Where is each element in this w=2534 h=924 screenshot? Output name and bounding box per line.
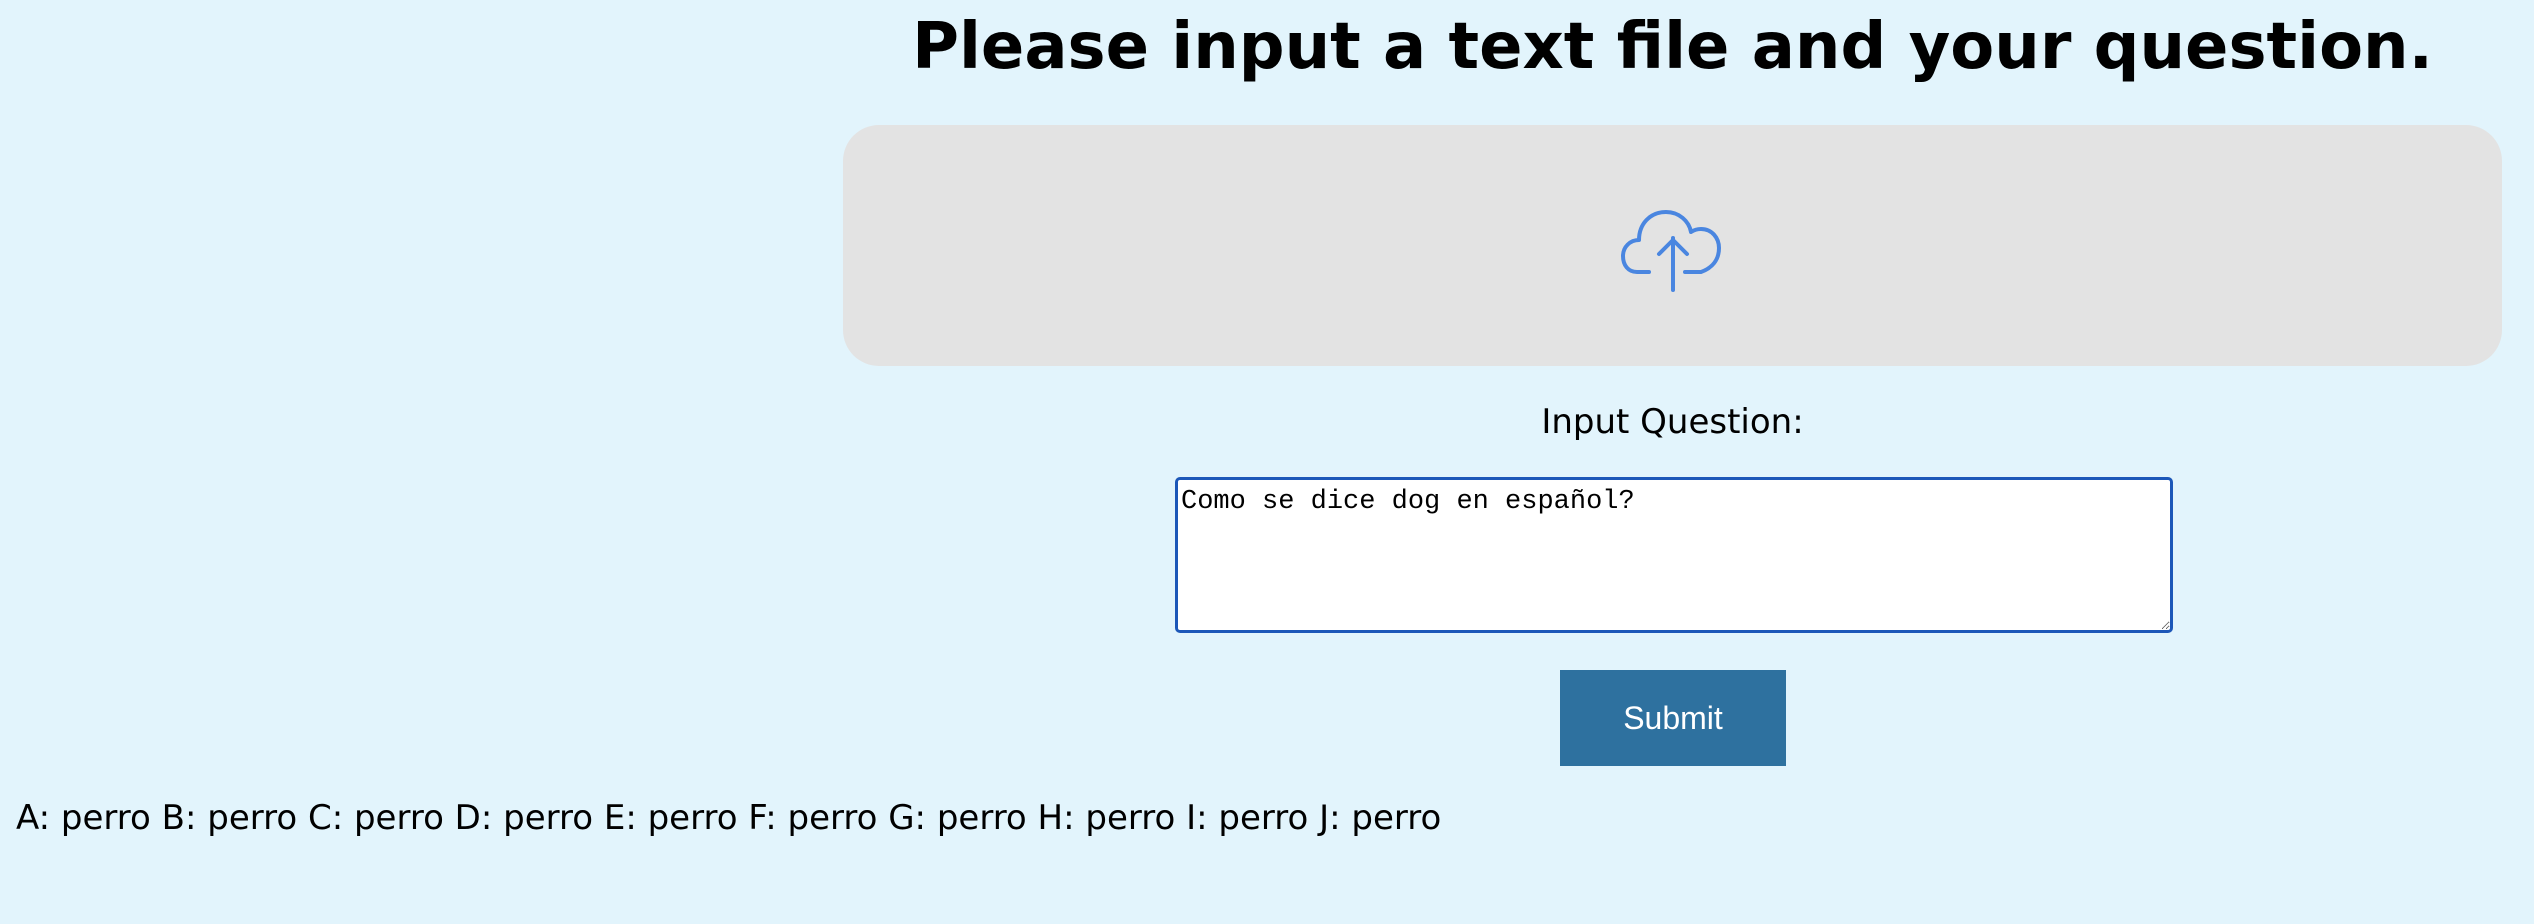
- cloud-upload-icon: [1620, 209, 1721, 292]
- submit-button[interactable]: Submit: [1560, 670, 1786, 766]
- answers-output: A: perro B: perro C: perro D: perro E: p…: [16, 798, 1442, 838]
- page: Please input a text file and your questi…: [0, 0, 2534, 924]
- question-input[interactable]: Como se dice dog en español?: [1175, 477, 2173, 633]
- question-label: Input Question:: [1541, 402, 1804, 442]
- file-upload-dropzone[interactable]: [843, 125, 2502, 366]
- page-title: Please input a text file and your questi…: [912, 10, 2433, 84]
